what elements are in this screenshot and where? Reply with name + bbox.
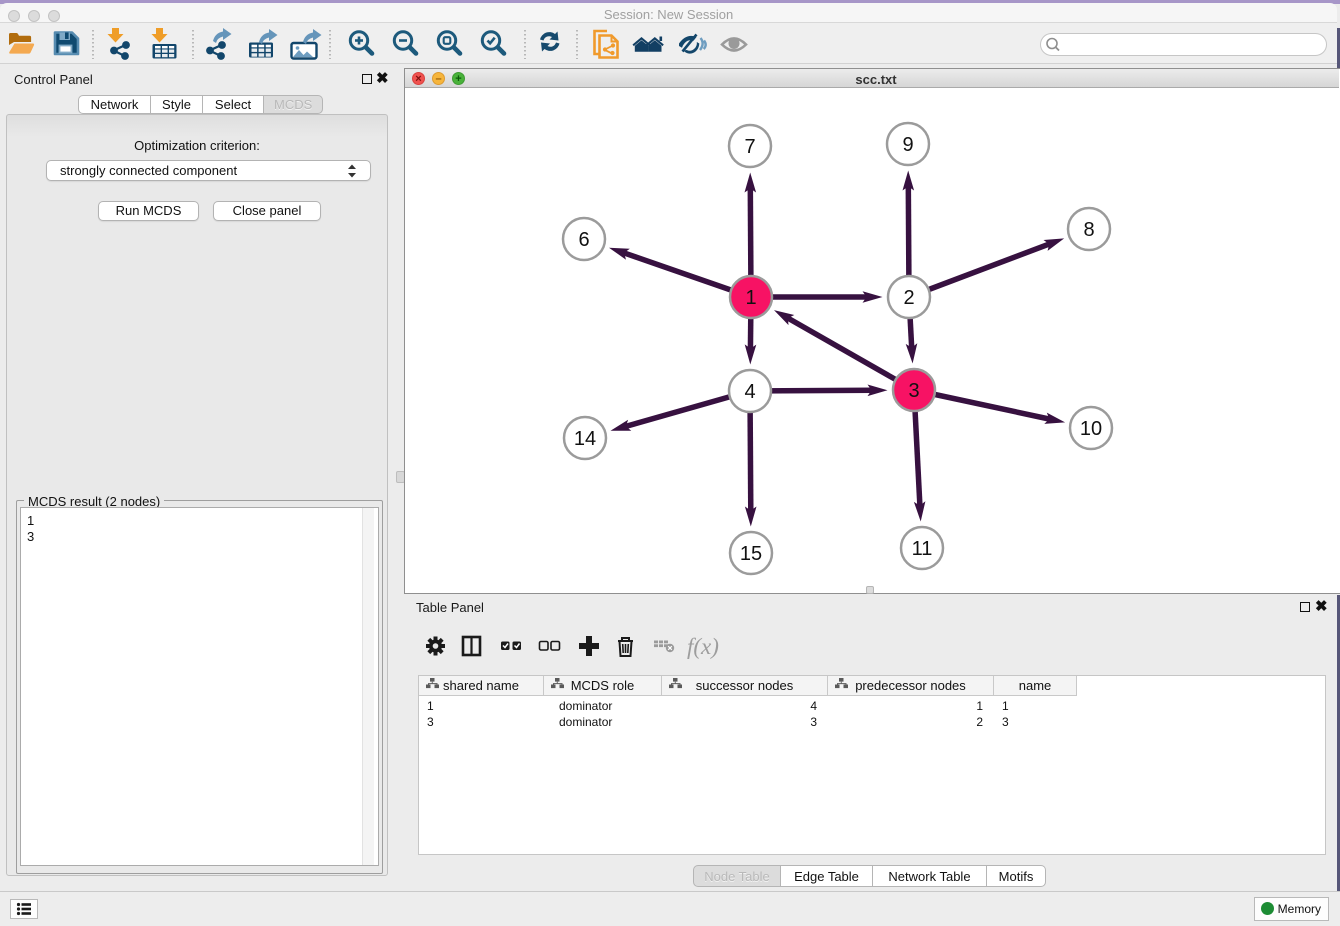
svg-text:8: 8 (1083, 219, 1094, 241)
svg-text:11: 11 (912, 538, 933, 560)
svg-text:15: 15 (740, 543, 762, 565)
svg-text:f(x): f(x) (687, 634, 719, 659)
svg-text:7: 7 (744, 136, 755, 158)
svg-text:14: 14 (574, 428, 596, 450)
svg-text:4: 4 (744, 381, 755, 403)
svg-text:6: 6 (578, 229, 589, 251)
svg-text:3: 3 (908, 380, 919, 402)
svg-text:2: 2 (903, 287, 914, 309)
svg-text:1: 1 (745, 287, 756, 309)
svg-text:10: 10 (1080, 418, 1102, 440)
svg-text:9: 9 (902, 134, 913, 156)
